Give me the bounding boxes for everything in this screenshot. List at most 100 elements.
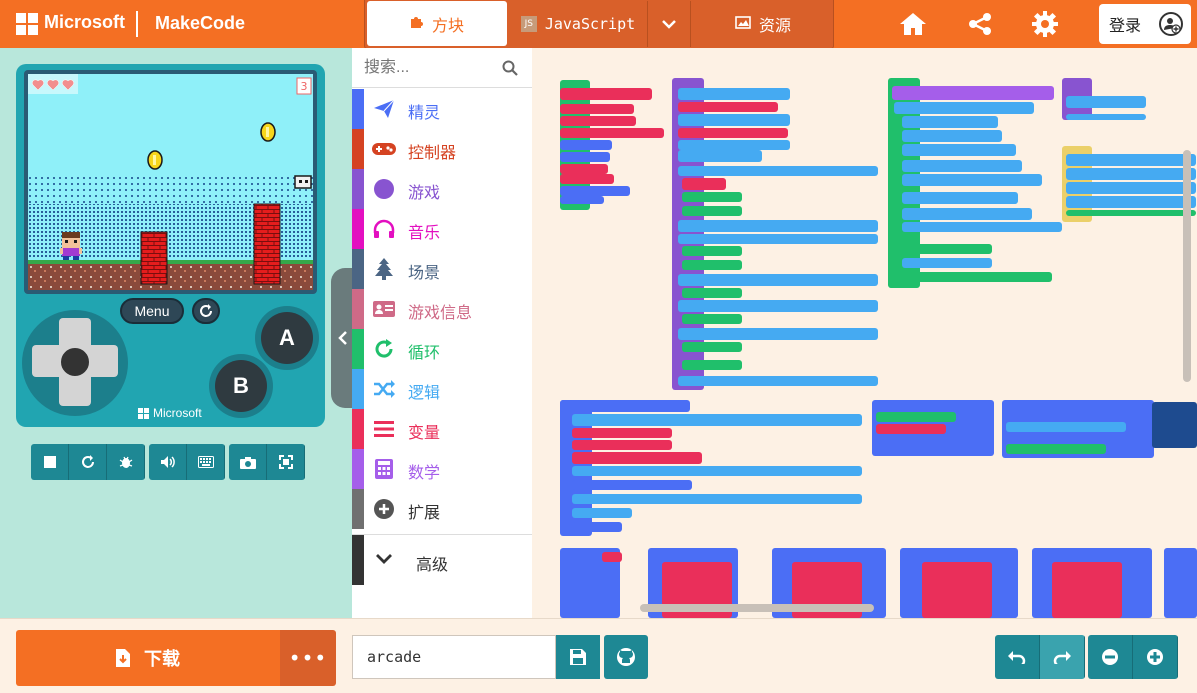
circle-icon	[372, 178, 396, 200]
category-extensions[interactable]: 扩展	[352, 489, 532, 529]
block-group[interactable]	[1062, 78, 1146, 120]
a-button[interactable]: A	[261, 312, 313, 364]
microsoft-logo-icon	[16, 13, 38, 35]
home-icon[interactable]	[898, 10, 928, 38]
block-group[interactable]	[872, 400, 994, 456]
chevron-left-icon	[338, 331, 347, 345]
category-label: 精灵	[408, 105, 441, 122]
simulator-panel: 3 Menu A B Microsoft	[0, 48, 355, 618]
tab-assets-label: 资源	[758, 18, 791, 35]
category-scene[interactable]: 场景	[352, 249, 532, 289]
fullscreen-icon[interactable]	[267, 444, 305, 480]
category-color-bar	[352, 535, 364, 585]
user-icon	[1159, 12, 1183, 36]
id-card-icon	[372, 298, 396, 320]
tab-javascript-label: JavaScript	[544, 15, 636, 33]
category-color-bar	[352, 129, 364, 169]
category-label: 扩展	[408, 505, 441, 522]
brand-divider	[136, 11, 138, 37]
share-icon[interactable]	[965, 10, 995, 38]
arcade-device: 3 Menu A B Microsoft	[16, 64, 325, 427]
project-name-input[interactable]	[352, 635, 556, 679]
block-group[interactable]	[1152, 402, 1197, 448]
block-group[interactable]	[1062, 146, 1196, 222]
menu-button[interactable]: Menu	[120, 298, 184, 324]
chevron-down-icon	[376, 554, 392, 564]
zoom-group	[1088, 635, 1178, 679]
paper-plane-icon	[372, 98, 396, 120]
block-group[interactable]	[888, 78, 1062, 288]
volume-icon[interactable]	[149, 444, 187, 480]
download-button[interactable]: 下载	[16, 630, 280, 686]
category-advanced[interactable]: 高级	[352, 534, 532, 585]
zoom-out-icon[interactable]	[1088, 635, 1133, 679]
calculator-icon	[372, 458, 396, 480]
download-label: 下载	[144, 649, 180, 669]
category-variables[interactable]: 变量	[352, 409, 532, 449]
category-math[interactable]: 数学	[352, 449, 532, 489]
toolbox: 精灵 控制器 游戏 音乐 场景 游戏信息	[352, 48, 532, 618]
toolbox-search	[352, 48, 532, 88]
game-screen[interactable]: 3	[28, 74, 313, 290]
block-group[interactable]	[672, 78, 878, 390]
gear-icon[interactable]	[1030, 10, 1060, 38]
block-group[interactable]	[1002, 400, 1154, 458]
screenshot-icon[interactable]	[229, 444, 267, 480]
category-info[interactable]: 游戏信息	[352, 289, 532, 329]
category-controller[interactable]: 控制器	[352, 129, 532, 169]
b-button[interactable]: B	[215, 360, 267, 412]
block-group[interactable]	[560, 400, 862, 536]
category-game[interactable]: 游戏	[352, 169, 532, 209]
dpad-center	[57, 344, 93, 380]
category-loops[interactable]: 循环	[352, 329, 532, 369]
more-options-button[interactable]: •••	[280, 630, 336, 686]
login-button[interactable]: 登录	[1099, 4, 1191, 44]
restart-icon[interactable]	[192, 298, 220, 324]
screen-bezel: 3	[24, 70, 317, 294]
debug-bug-icon[interactable]	[107, 444, 145, 480]
chevron-down-icon	[662, 20, 676, 29]
tab-blocks[interactable]: 方块	[367, 1, 507, 46]
block-group[interactable]	[560, 80, 664, 210]
workspace-vertical-scrollbar[interactable]	[1183, 150, 1191, 382]
stop-icon[interactable]	[31, 444, 69, 480]
undo-redo-group	[995, 635, 1085, 679]
tab-assets[interactable]: 资源	[693, 1, 833, 47]
language-dropdown[interactable]	[647, 1, 691, 47]
block-canvas[interactable]	[532, 48, 1197, 618]
category-label: 控制器	[408, 145, 457, 162]
image-icon	[735, 15, 751, 33]
search-input[interactable]	[364, 56, 494, 80]
search-icon[interactable]	[502, 60, 518, 76]
category-logic[interactable]: 逻辑	[352, 369, 532, 409]
redo-icon[interactable]	[1040, 635, 1085, 679]
product-label[interactable]: MakeCode	[155, 13, 245, 34]
category-color-bar	[352, 329, 364, 369]
plus-circle-icon	[372, 498, 396, 520]
category-sprites[interactable]: 精灵	[352, 89, 532, 129]
gamepad-icon	[372, 138, 396, 160]
save-icon[interactable]	[556, 635, 600, 679]
category-color-bar	[352, 209, 364, 249]
puzzle-icon	[410, 15, 424, 33]
category-color-bar	[352, 489, 364, 529]
category-color-bar	[352, 249, 364, 289]
blocks-workspace[interactable]	[532, 48, 1197, 618]
dpad[interactable]	[22, 310, 128, 416]
restart-simulator-icon[interactable]	[69, 444, 107, 480]
undo-icon[interactable]	[995, 635, 1040, 679]
microsoft-logo-icon	[138, 407, 149, 419]
category-music[interactable]: 音乐	[352, 209, 532, 249]
tab-javascript[interactable]: JS JavaScript	[511, 1, 645, 47]
keyboard-icon[interactable]	[187, 444, 225, 480]
github-icon[interactable]	[604, 635, 648, 679]
category-color-bar	[352, 169, 364, 209]
b-button-ring: B	[209, 354, 273, 418]
category-label: 游戏信息	[408, 305, 473, 322]
workspace-horizontal-scrollbar[interactable]	[640, 604, 874, 612]
simulator-toolbar	[31, 444, 309, 480]
device-brand: Microsoft	[138, 406, 202, 420]
editor-switch: 方块 JS JavaScript 资源	[364, 0, 834, 49]
zoom-in-icon[interactable]	[1133, 635, 1178, 679]
list-icon	[372, 418, 396, 440]
